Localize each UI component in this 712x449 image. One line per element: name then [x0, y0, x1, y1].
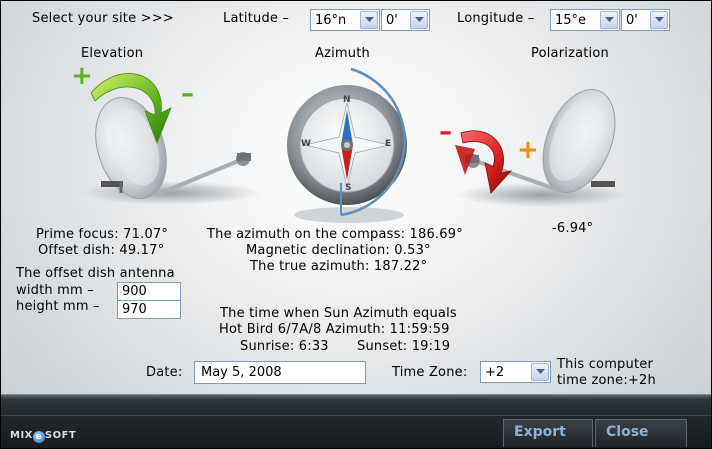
true-azimuth-text: The true azimuth: 187.22° [250, 259, 428, 274]
timezone-note-line2: time zone:+2h [557, 373, 656, 388]
latitude-label: Latitude – [223, 11, 290, 26]
azimuth-compass-text: The azimuth on the compass: 186.69° [207, 227, 463, 242]
elevation-plus-icon[interactable]: + [71, 63, 93, 89]
height-input[interactable]: 970 [117, 300, 181, 319]
prime-focus-text: Prime focus: 71.07° [36, 227, 169, 242]
azimuth-title: Azimuth [315, 46, 370, 61]
close-button[interactable]: Close [595, 419, 687, 447]
logo-mix-text: MIX [10, 430, 33, 441]
app-window: Select your site >>> Latitude – 16°n 0' … [0, 0, 712, 449]
latitude-minutes-value: 0' [386, 12, 398, 28]
chevron-down-icon[interactable] [410, 11, 428, 29]
width-label: width mm – [16, 283, 94, 298]
polarization-value: -6.94° [552, 221, 594, 236]
select-site-label: Select your site >>> [32, 11, 174, 26]
longitude-degrees-select[interactable]: 15°e [550, 9, 620, 31]
polarization-title: Polarization [531, 46, 609, 61]
sunrise-text: Sunrise: 6:33 [240, 339, 329, 354]
compass-south-label: S [345, 183, 352, 193]
elevation-title: Elevation [81, 46, 144, 61]
latitude-minutes-select[interactable]: 0' [381, 9, 430, 31]
bottom-bar-divider [1, 415, 711, 416]
timezone-select[interactable]: +2 [480, 361, 551, 383]
date-input[interactable]: May 5, 2008 [194, 361, 366, 384]
date-label: Date: [146, 365, 183, 380]
magnetic-declination-text: Magnetic declination: 0.53° [246, 243, 431, 258]
sun-info-line1: The time when Sun Azimuth equals [220, 306, 457, 321]
antenna-title: The offset dish antenna [16, 266, 175, 281]
elevation-minus-icon[interactable]: – [181, 81, 194, 107]
chevron-down-icon[interactable] [360, 11, 378, 29]
sun-info-line2: Hot Bird 6/7A/8 Azimuth: 11:59:59 [219, 322, 450, 337]
longitude-minutes-value: 0' [626, 12, 638, 28]
logo-e-icon: e [32, 431, 45, 443]
chevron-down-icon[interactable] [531, 363, 549, 381]
polarization-minus-icon[interactable]: – [439, 119, 452, 145]
longitude-minutes-select[interactable]: 0' [621, 9, 670, 31]
chevron-down-icon[interactable] [600, 11, 618, 29]
longitude-degrees-value: 15°e [555, 12, 587, 28]
height-label: height mm – [16, 299, 100, 314]
chevron-down-icon[interactable] [650, 11, 668, 29]
timezone-label: Time Zone: [392, 365, 468, 380]
compass-north-label: N [343, 95, 351, 105]
sunset-text: Sunset: 19:19 [357, 339, 451, 354]
compass-west-label: W [301, 139, 311, 149]
compass-east-label: E [385, 139, 392, 149]
latitude-degrees-value: 16°n [315, 12, 347, 28]
export-button[interactable]: Export [503, 419, 593, 447]
offset-dish-text: Offset dish: 49.17° [38, 243, 165, 258]
polarization-dish-illustration [455, 89, 626, 207]
longitude-label: Longitude – [457, 11, 535, 26]
mixesoft-logo: MIX e SOFT [10, 430, 76, 443]
latitude-degrees-select[interactable]: 16°n [310, 9, 380, 31]
timezone-value: +2 [485, 364, 505, 380]
polarization-plus-icon[interactable]: + [517, 137, 539, 163]
width-input[interactable]: 900 [117, 282, 181, 301]
logo-soft-text: SOFT [44, 430, 77, 441]
timezone-note-line1: This computer [557, 357, 653, 372]
